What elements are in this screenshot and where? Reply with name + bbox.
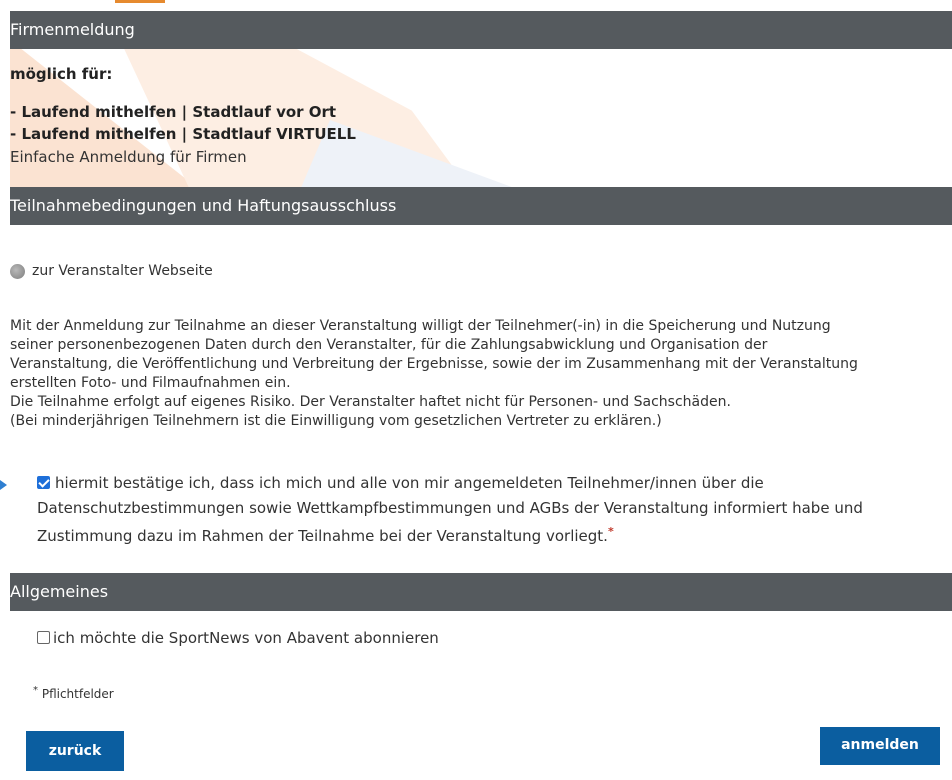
consent-line: Datenschutzbestimmungen sowie Wettkampfb… [37, 499, 863, 517]
section-title: Teilnahmebedingungen und Haftungsausschl… [10, 196, 397, 215]
option-item: - Laufend mithelfen | Stadtlauf vor Ort [10, 103, 337, 121]
section-title: Allgemeines [10, 582, 109, 601]
terms-line: seiner personenbezogenen Daten durch den… [10, 337, 768, 353]
required-note: * Pflichtfelder [33, 683, 114, 702]
consent-line: Zustimmung dazu im Rahmen der Teilnahme … [37, 527, 608, 545]
newsletter-label[interactable]: ich möchte die SportNews von Abavent abo… [53, 628, 439, 648]
section-header-general: Allgemeines [10, 573, 952, 611]
top-accent [115, 0, 165, 3]
website-link-label: zur Veranstalter Webseite [32, 263, 213, 279]
consent-checkbox[interactable] [37, 476, 50, 489]
description-text: Einfache Anmeldung für Firmen [10, 148, 247, 166]
required-note-label: Pflichtfelder [41, 687, 114, 701]
newsletter-checkbox[interactable] [37, 631, 50, 644]
back-button[interactable]: zurück [26, 731, 124, 771]
option-item: - Laufend mithelfen | Stadtlauf VIRTUELL [10, 125, 356, 143]
terms-line: Veranstaltung, die Veröffentlichung und … [10, 356, 858, 372]
consent-last-line: Zustimmung dazu im Rahmen der Teilnahme … [37, 522, 614, 546]
pointer-arrow-icon [0, 480, 7, 490]
terms-line: Mit der Anmeldung zur Teilnahme an diese… [10, 318, 831, 334]
required-marker: * [33, 685, 38, 696]
globe-icon [10, 264, 25, 279]
required-marker: * [607, 525, 614, 538]
consent-line: hiermit bestätige ich, dass ich mich und… [55, 474, 764, 492]
section-header-firmenmeldung: Firmenmeldung [10, 11, 952, 49]
possible-label: möglich für: [10, 65, 113, 83]
section-header-terms: Teilnahmebedingungen und Haftungsausschl… [10, 187, 952, 225]
terms-line: (Bei minderjährigen Teilnehmern ist die … [10, 413, 662, 429]
section-title: Firmenmeldung [10, 20, 135, 39]
submit-button[interactable]: anmelden [820, 727, 940, 765]
terms-line: Die Teilnahme erfolgt auf eigenes Risiko… [10, 394, 731, 410]
terms-line: erstellten Foto- und Filmaufnahmen ein. [10, 375, 291, 391]
